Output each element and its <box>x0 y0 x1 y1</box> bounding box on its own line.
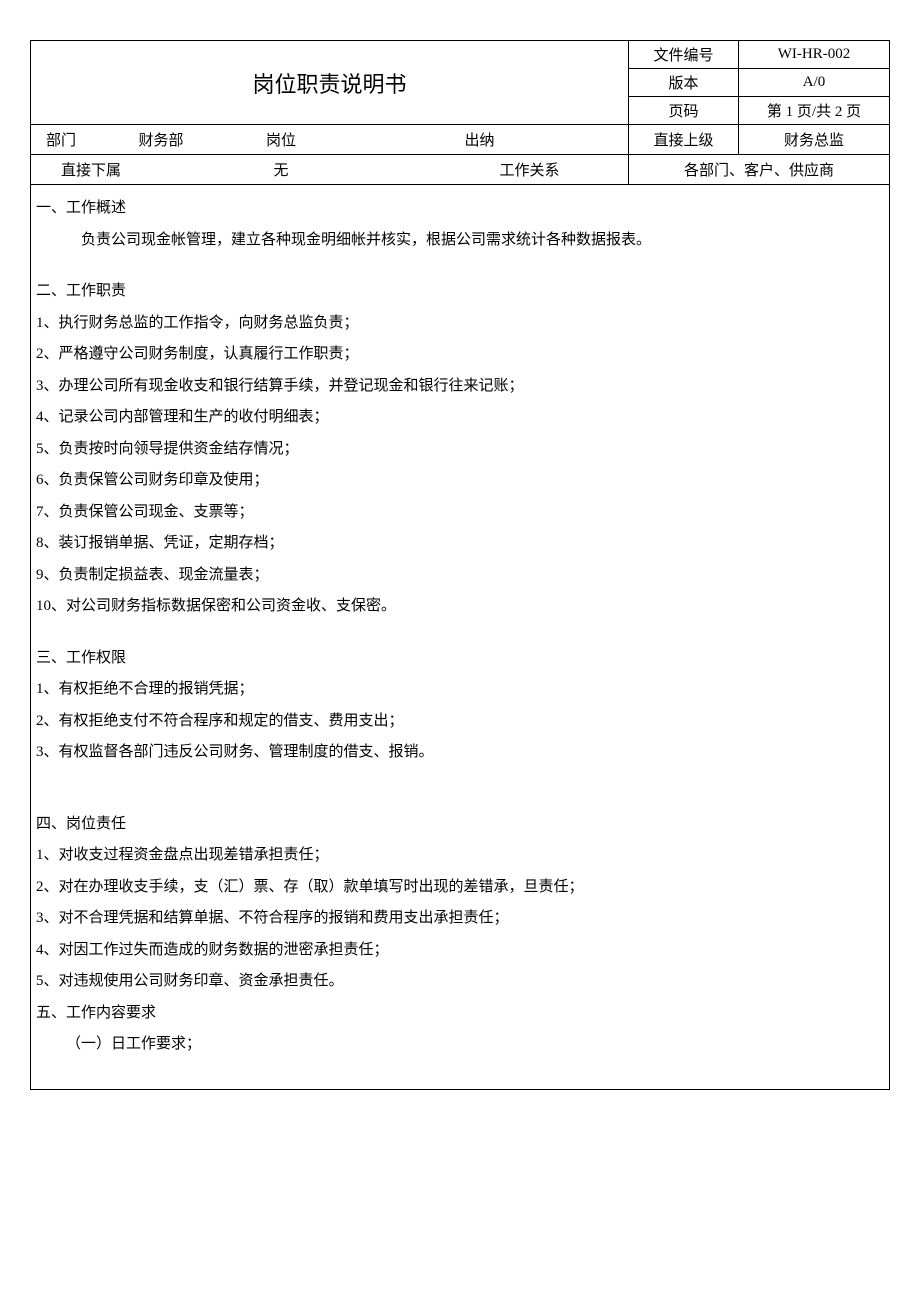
position-value: 出纳 <box>331 125 629 154</box>
meta-block: 文件编号 WI-HR-002 版本 A/0 页码 第 1 页/共 2 页 <box>629 41 889 125</box>
section-1-title: 一、工作概述 <box>36 193 884 225</box>
document-page: 岗位职责说明书 文件编号 WI-HR-002 版本 A/0 页码 第 1 页/共… <box>30 40 890 1090</box>
section-4-title: 四、岗位责任 <box>36 809 884 841</box>
s4-item-1: 1、对收支过程资金盘点出现差错承担责任； <box>36 840 884 872</box>
s3-item-2: 2、有权拒绝支付不符合程序和规定的借支、费用支出； <box>36 706 884 738</box>
doc-no-label: 文件编号 <box>629 41 739 68</box>
s2-item-1: 1、执行财务总监的工作指令，向财务总监负责； <box>36 308 884 340</box>
s4-item-3: 3、对不合理凭据和结算单据、不符合程序的报销和费用支出承担责任； <box>36 903 884 935</box>
s2-item-5: 5、负责按时向领导提供资金结存情况； <box>36 434 884 466</box>
content-body: 一、工作概述 负责公司现金帐管理，建立各种现金明细帐并核实，根据公司需求统计各种… <box>31 185 889 1089</box>
section-5-sub1: （一）日工作要求； <box>36 1029 884 1061</box>
version-value: A/0 <box>739 69 889 96</box>
meta-row-docno: 文件编号 WI-HR-002 <box>629 41 889 69</box>
s2-item-9: 9、负责制定损益表、现金流量表； <box>36 560 884 592</box>
section-2-title: 二、工作职责 <box>36 276 884 308</box>
section-1-text: 负责公司现金帐管理，建立各种现金明细帐并核实，根据公司需求统计各种数据报表。 <box>36 225 884 257</box>
s4-item-4: 4、对因工作过失而造成的财务数据的泄密承担责任； <box>36 935 884 967</box>
subordinate-label: 直接下属 <box>31 155 131 184</box>
s4-item-5: 5、对违规使用公司财务印章、资金承担责任。 <box>36 966 884 998</box>
supervisor-label: 直接上级 <box>629 125 739 154</box>
position-label: 岗位 <box>231 125 331 154</box>
s2-item-6: 6、负责保管公司财务印章及使用； <box>36 465 884 497</box>
s2-item-3: 3、办理公司所有现金收支和银行结算手续，并登记现金和银行往来记账； <box>36 371 884 403</box>
s2-item-7: 7、负责保管公司现金、支票等； <box>36 497 884 529</box>
subordinate-value: 无 <box>131 155 431 184</box>
s3-item-3: 3、有权监督各部门违反公司财务、管理制度的借支、报销。 <box>36 737 884 769</box>
relation-label: 工作关系 <box>431 155 629 184</box>
s2-item-2: 2、严格遵守公司财务制度，认真履行工作职责； <box>36 339 884 371</box>
meta-row-version: 版本 A/0 <box>629 69 889 97</box>
document-title: 岗位职责说明书 <box>31 41 629 125</box>
header-section: 岗位职责说明书 文件编号 WI-HR-002 版本 A/0 页码 第 1 页/共… <box>31 41 889 125</box>
s2-item-8: 8、装订报销单据、凭证，定期存档； <box>36 528 884 560</box>
section-5-title: 五、工作内容要求 <box>36 998 884 1030</box>
dept-value: 财务部 <box>91 125 231 154</box>
info-row-1: 部门 财务部 岗位 出纳 直接上级 财务总监 <box>31 125 889 155</box>
dept-label: 部门 <box>31 125 91 154</box>
doc-no-value: WI-HR-002 <box>739 41 889 68</box>
s3-item-1: 1、有权拒绝不合理的报销凭据； <box>36 674 884 706</box>
page-label: 页码 <box>629 97 739 124</box>
s2-item-10: 10、对公司财务指标数据保密和公司资金收、支保密。 <box>36 591 884 623</box>
supervisor-value: 财务总监 <box>739 125 889 154</box>
version-label: 版本 <box>629 69 739 96</box>
info-row-2: 直接下属 无 工作关系 各部门、客户、供应商 <box>31 155 889 185</box>
meta-row-page: 页码 第 1 页/共 2 页 <box>629 97 889 125</box>
page-value: 第 1 页/共 2 页 <box>739 97 889 124</box>
s4-item-2: 2、对在办理收支手续，支（汇）票、存（取）款单填写时出现的差错承，旦责任； <box>36 872 884 904</box>
section-3-title: 三、工作权限 <box>36 643 884 675</box>
s2-item-4: 4、记录公司内部管理和生产的收付明细表； <box>36 402 884 434</box>
relation-value: 各部门、客户、供应商 <box>629 155 889 184</box>
